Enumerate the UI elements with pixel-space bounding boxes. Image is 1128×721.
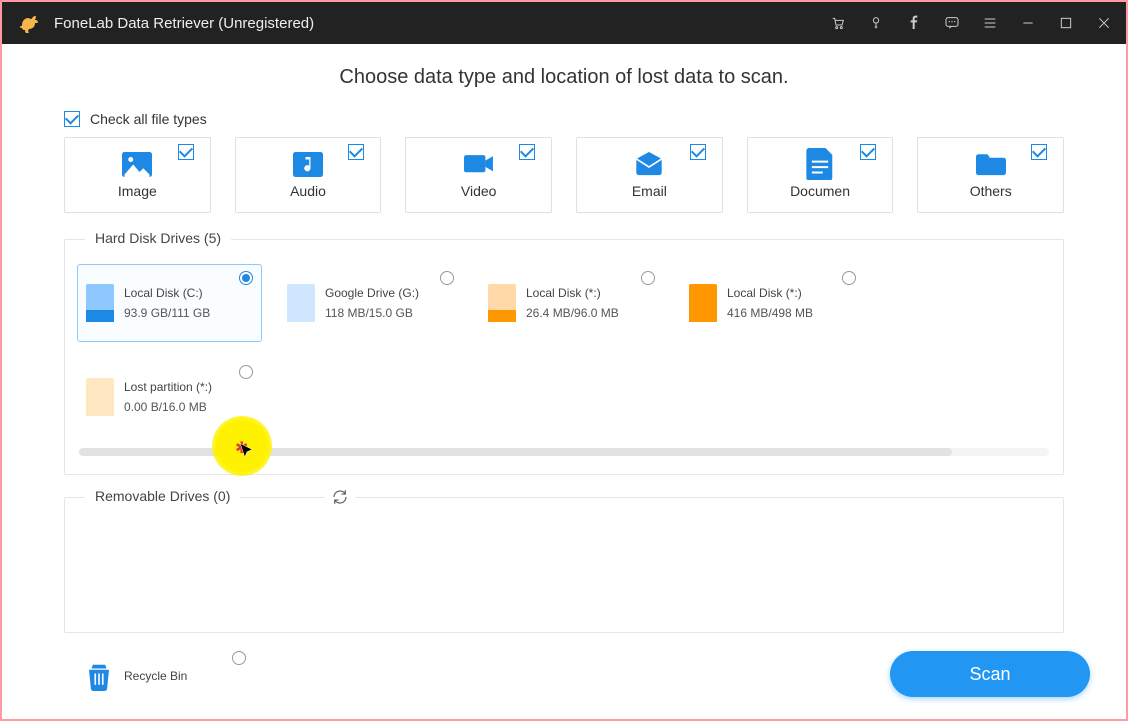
drive-radio[interactable] (239, 365, 253, 379)
drive-text: Google Drive (G:)118 MB/15.0 GB (325, 283, 419, 324)
filetype-document-checkbox[interactable] (860, 144, 876, 160)
facebook-icon[interactable] (906, 15, 922, 31)
drive-name: Local Disk (C:) (124, 283, 210, 303)
minimize-button[interactable] (1020, 15, 1036, 31)
filetype-card-video[interactable]: Video (405, 137, 552, 213)
filetype-image-checkbox[interactable] (178, 144, 194, 160)
recycle-bin-radio[interactable] (232, 651, 246, 665)
drive-card[interactable]: Local Disk (C:)93.9 GB/111 GB (77, 264, 262, 342)
drive-radio[interactable] (440, 271, 454, 285)
recycle-bin-label: Recycle Bin (124, 669, 187, 683)
drive-card[interactable]: Lost partition (*:)0.00 B/16.0 MB (77, 358, 262, 436)
drive-name: Google Drive (G:) (325, 283, 419, 303)
image-icon (122, 151, 152, 177)
drive-name: Local Disk (*:) (727, 283, 813, 303)
drive-size: 118 MB/15.0 GB (325, 303, 419, 323)
filetype-card-document[interactable]: Documen (747, 137, 894, 213)
drive-size: 93.9 GB/111 GB (124, 303, 210, 323)
trash-icon (84, 661, 114, 691)
scan-button[interactable]: Scan (890, 651, 1090, 697)
filetype-card-others[interactable]: Others (917, 137, 1064, 213)
audio-icon (293, 151, 323, 177)
drive-radio[interactable] (641, 271, 655, 285)
filetype-video-checkbox[interactable] (519, 144, 535, 160)
document-icon (805, 151, 835, 177)
filetype-others-label: Others (970, 183, 1012, 199)
drive-icon (488, 284, 516, 322)
email-icon (634, 151, 664, 177)
drive-size: 0.00 B/16.0 MB (124, 397, 212, 417)
hdd-group: Hard Disk Drives (5) Local Disk (C:)93.9… (64, 239, 1064, 475)
filetype-document-label: Documen (790, 183, 850, 199)
removable-group: Removable Drives (0) (64, 497, 1064, 633)
check-all-checkbox[interactable] (64, 111, 80, 127)
feedback-icon[interactable] (944, 15, 960, 31)
filetype-card-image[interactable]: Image (64, 137, 211, 213)
drive-text: Lost partition (*:)0.00 B/16.0 MB (124, 377, 212, 418)
maximize-button[interactable] (1058, 15, 1074, 31)
hdd-group-title: Hard Disk Drives (5) (85, 230, 231, 246)
check-all-row[interactable]: Check all file types (64, 111, 1064, 127)
page-heading: Choose data type and location of lost da… (64, 66, 1064, 89)
removable-body (77, 522, 1051, 614)
video-icon (464, 151, 494, 177)
filetype-card-audio[interactable]: Audio (235, 137, 382, 213)
filetype-others-checkbox[interactable] (1031, 144, 1047, 160)
app-logo-icon (16, 11, 40, 35)
key-icon[interactable] (868, 15, 884, 31)
hdd-row: Local Disk (C:)93.9 GB/111 GB Google Driv… (77, 264, 1051, 436)
filetype-audio-checkbox[interactable] (348, 144, 364, 160)
page-body: Choose data type and location of lost da… (2, 44, 1126, 719)
drive-name: Local Disk (*:) (526, 283, 619, 303)
filetype-image-label: Image (118, 183, 157, 199)
drive-icon (86, 378, 114, 416)
drive-size: 416 MB/498 MB (727, 303, 813, 323)
drive-size: 26.4 MB/96.0 MB (526, 303, 619, 323)
drive-icon (689, 284, 717, 322)
filetype-email-checkbox[interactable] (690, 144, 706, 160)
filetype-video-label: Video (461, 183, 497, 199)
close-button[interactable] (1096, 15, 1112, 31)
drive-radio[interactable] (239, 271, 253, 285)
drive-icon (86, 284, 114, 322)
cart-icon[interactable] (830, 15, 846, 31)
hdd-scrollbar[interactable] (79, 448, 1049, 456)
menu-icon[interactable] (982, 15, 998, 31)
removable-group-title: Removable Drives (0) (85, 488, 240, 504)
title-bar-actions (830, 15, 1112, 31)
filetype-row: Image Audio Video Email Documen (64, 137, 1064, 213)
folder-icon (976, 151, 1006, 177)
scan-button-label: Scan (969, 664, 1010, 685)
filetype-audio-label: Audio (290, 183, 326, 199)
filetype-email-label: Email (632, 183, 667, 199)
filetype-card-email[interactable]: Email (576, 137, 723, 213)
drive-text: Local Disk (*:)416 MB/498 MB (727, 283, 813, 324)
app-window: FoneLab Data Retriever (Unregistered) Ch… (0, 0, 1128, 721)
drive-card[interactable]: Local Disk (*:)26.4 MB/96.0 MB (479, 264, 664, 342)
drive-text: Local Disk (C:)93.9 GB/111 GB (124, 283, 210, 324)
title-bar: FoneLab Data Retriever (Unregistered) (2, 2, 1126, 44)
app-title: FoneLab Data Retriever (Unregistered) (54, 15, 830, 32)
drive-card[interactable]: Local Disk (*:)416 MB/498 MB (680, 264, 865, 342)
check-all-label: Check all file types (90, 111, 207, 127)
drive-name: Lost partition (*:) (124, 377, 212, 397)
refresh-button[interactable] (325, 488, 355, 511)
drive-card[interactable]: Google Drive (G:)118 MB/15.0 GB (278, 264, 463, 342)
drive-text: Local Disk (*:)26.4 MB/96.0 MB (526, 283, 619, 324)
drive-radio[interactable] (842, 271, 856, 285)
drive-icon (287, 284, 315, 322)
